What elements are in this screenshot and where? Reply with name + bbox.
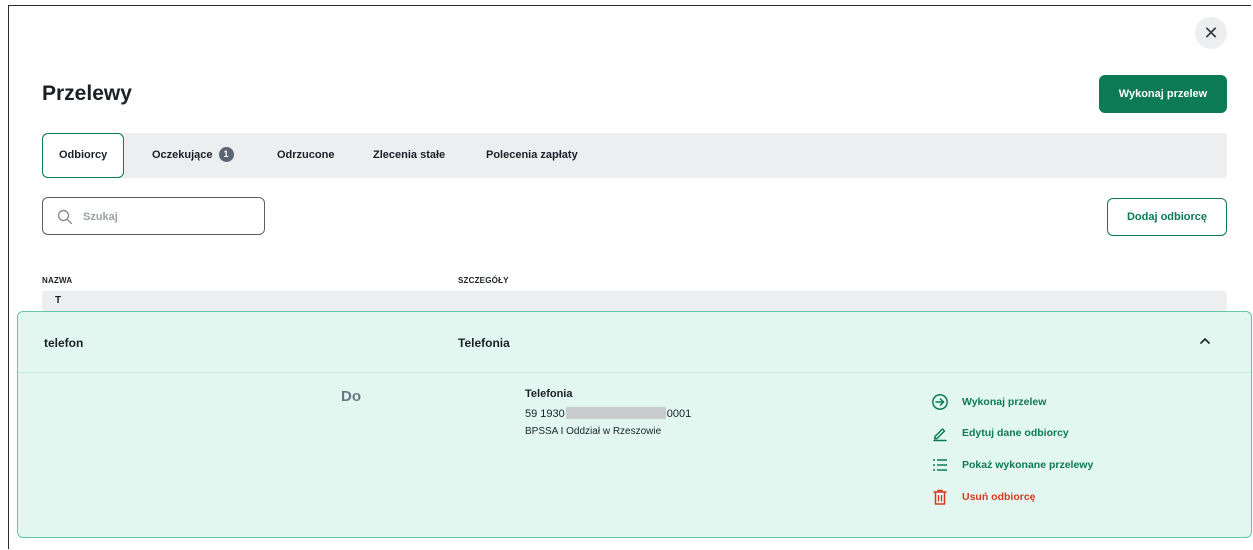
tab-bar: Odbiorcy Oczekujące 1 Odrzucone Zlecenia … — [42, 133, 1227, 178]
account-mask — [565, 407, 666, 419]
group-letter: T — [55, 295, 62, 306]
arrow-circle-right-icon — [932, 394, 948, 410]
column-header-name: NAZWA — [42, 276, 73, 285]
recipient-name: telefon — [44, 336, 84, 350]
tab-oczekujace[interactable]: Oczekujące 1 — [152, 133, 234, 178]
account-name: Telefonia — [525, 388, 573, 400]
chevron-up-icon[interactable] — [1198, 334, 1212, 348]
trash-icon — [933, 489, 947, 505]
search-icon — [57, 209, 73, 225]
tab-odbiorcy[interactable]: Odbiorcy — [42, 133, 125, 178]
search-input[interactable] — [81, 206, 255, 228]
list-icon — [933, 459, 947, 471]
action-show-transfers-label: Pokaż wykonane przelewy — [962, 459, 1094, 471]
page-title: Przelewy — [42, 82, 132, 105]
action-delete-recipient-label: Usuń odbiorcę — [962, 491, 1036, 503]
pending-count-badge: 1 — [218, 147, 234, 162]
tab-polecenia-zaplaty[interactable]: Polecenia zapłaty — [486, 133, 578, 178]
make-transfer-button[interactable]: Wykonaj przelew — [1099, 75, 1227, 113]
add-recipient-button[interactable]: Dodaj odbiorcę — [1107, 198, 1227, 236]
recipient-details: Telefonia — [458, 336, 510, 350]
tab-odrzucone[interactable]: Odrzucone — [277, 133, 334, 178]
bank-name: BPSSA I Oddział w Rzeszowie — [525, 426, 662, 437]
search-box[interactable] — [42, 197, 265, 235]
recipient-row-header[interactable]: telefon Telefonia — [18, 312, 1251, 373]
action-edit-recipient-label: Edytuj dane odbiorcy — [962, 427, 1069, 439]
pencil-icon — [933, 428, 947, 442]
column-header-details: SZCZEGÓŁY — [458, 276, 509, 285]
tab-zlecenia-stale[interactable]: Zlecenia stałe — [373, 133, 445, 178]
account-suffix: 0001 — [666, 408, 692, 420]
group-letter-row: T — [42, 291, 1227, 311]
close-button[interactable]: ✕ — [1195, 17, 1227, 49]
direction-label: Do — [341, 388, 361, 405]
account-number: 59 1930 0001 — [525, 407, 691, 420]
account-prefix: 59 1930 — [525, 408, 565, 420]
tab-oczekujace-label: Oczekujące — [152, 149, 213, 161]
recipient-card-expanded: telefon Telefonia Do Telefonia 59 1930 00… — [17, 311, 1252, 538]
action-make-transfer-label: Wykonaj przelew — [962, 396, 1047, 408]
